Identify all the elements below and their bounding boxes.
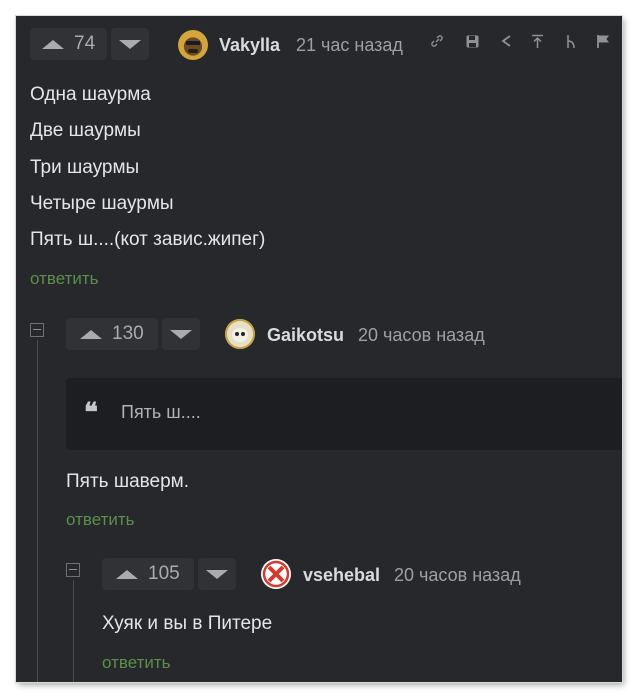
arrow-up-icon — [42, 39, 64, 49]
link-icon[interactable] — [430, 34, 444, 48]
arrow-down-icon — [169, 329, 192, 339]
scroll-top-icon[interactable] — [531, 34, 544, 49]
share-icon[interactable] — [500, 34, 513, 48]
reply-link[interactable]: ответить — [30, 269, 99, 289]
arrow-down-icon — [205, 569, 228, 579]
reply-link[interactable]: ответить — [102, 653, 171, 673]
thread-line[interactable] — [37, 340, 38, 682]
user-avatar[interactable] — [225, 319, 255, 349]
user-avatar[interactable] — [261, 559, 291, 589]
comment-time[interactable]: 20 часов назад — [394, 565, 521, 586]
comment-time[interactable]: 20 часов назад — [358, 325, 485, 346]
comment-line: Четыре шаурмы — [30, 193, 174, 214]
avatar-image — [186, 41, 200, 53]
quote-text: Пять ш.... — [121, 402, 201, 422]
save-icon[interactable] — [465, 34, 480, 49]
comment-time[interactable]: 21 час назад — [296, 35, 403, 56]
rating-count: 130 — [112, 323, 144, 344]
downvote-button[interactable] — [161, 318, 200, 350]
rating-count: 74 — [74, 33, 96, 54]
reply-link[interactable]: ответить — [66, 510, 135, 530]
comment-line: Одна шаурма — [30, 84, 151, 105]
upvote-button[interactable]: 105 — [102, 558, 194, 590]
upvote-button[interactable]: 130 — [66, 318, 158, 350]
comment-author[interactable]: Gaikotsu — [267, 325, 344, 346]
vote-control: 105 — [102, 558, 236, 590]
downvote-button[interactable] — [111, 28, 150, 60]
flag-icon[interactable] — [596, 34, 610, 49]
arrow-up-icon — [116, 569, 138, 579]
thread-line[interactable] — [73, 580, 74, 682]
comment-author[interactable]: Vakylla — [219, 35, 280, 56]
collapse-thread-toggle[interactable] — [30, 323, 44, 337]
collapse-thread-toggle[interactable] — [66, 563, 80, 577]
comment-line: Пять ш....(кот завис.жипег) — [30, 229, 266, 250]
comment-line: Пять шаверм. — [66, 471, 189, 492]
comment-author[interactable]: vsehebal — [303, 565, 380, 586]
vote-control: 130 — [66, 318, 200, 350]
arrow-down-icon — [119, 39, 142, 49]
rating-count: 105 — [148, 563, 180, 584]
avatar-image — [262, 560, 290, 588]
comments-panel: 74 Vakylla 21 час назад Одна шаурма Две … — [16, 16, 622, 682]
user-avatar[interactable] — [178, 30, 208, 60]
quote-block: ❝ Пять ш.... — [66, 378, 622, 450]
comment-line: Три шаурмы — [30, 157, 140, 178]
comment-line: Две шаурмы — [30, 120, 141, 141]
downvote-button[interactable] — [197, 558, 236, 590]
arrow-up-icon — [80, 329, 102, 339]
upvote-button[interactable]: 74 — [30, 28, 108, 60]
branch-icon[interactable] — [565, 34, 577, 49]
vote-control: 74 — [30, 28, 150, 60]
comment-line: Хуяк и вы в Питере — [102, 613, 273, 634]
quote-icon: ❝ — [84, 398, 98, 428]
avatar-image — [225, 319, 255, 349]
